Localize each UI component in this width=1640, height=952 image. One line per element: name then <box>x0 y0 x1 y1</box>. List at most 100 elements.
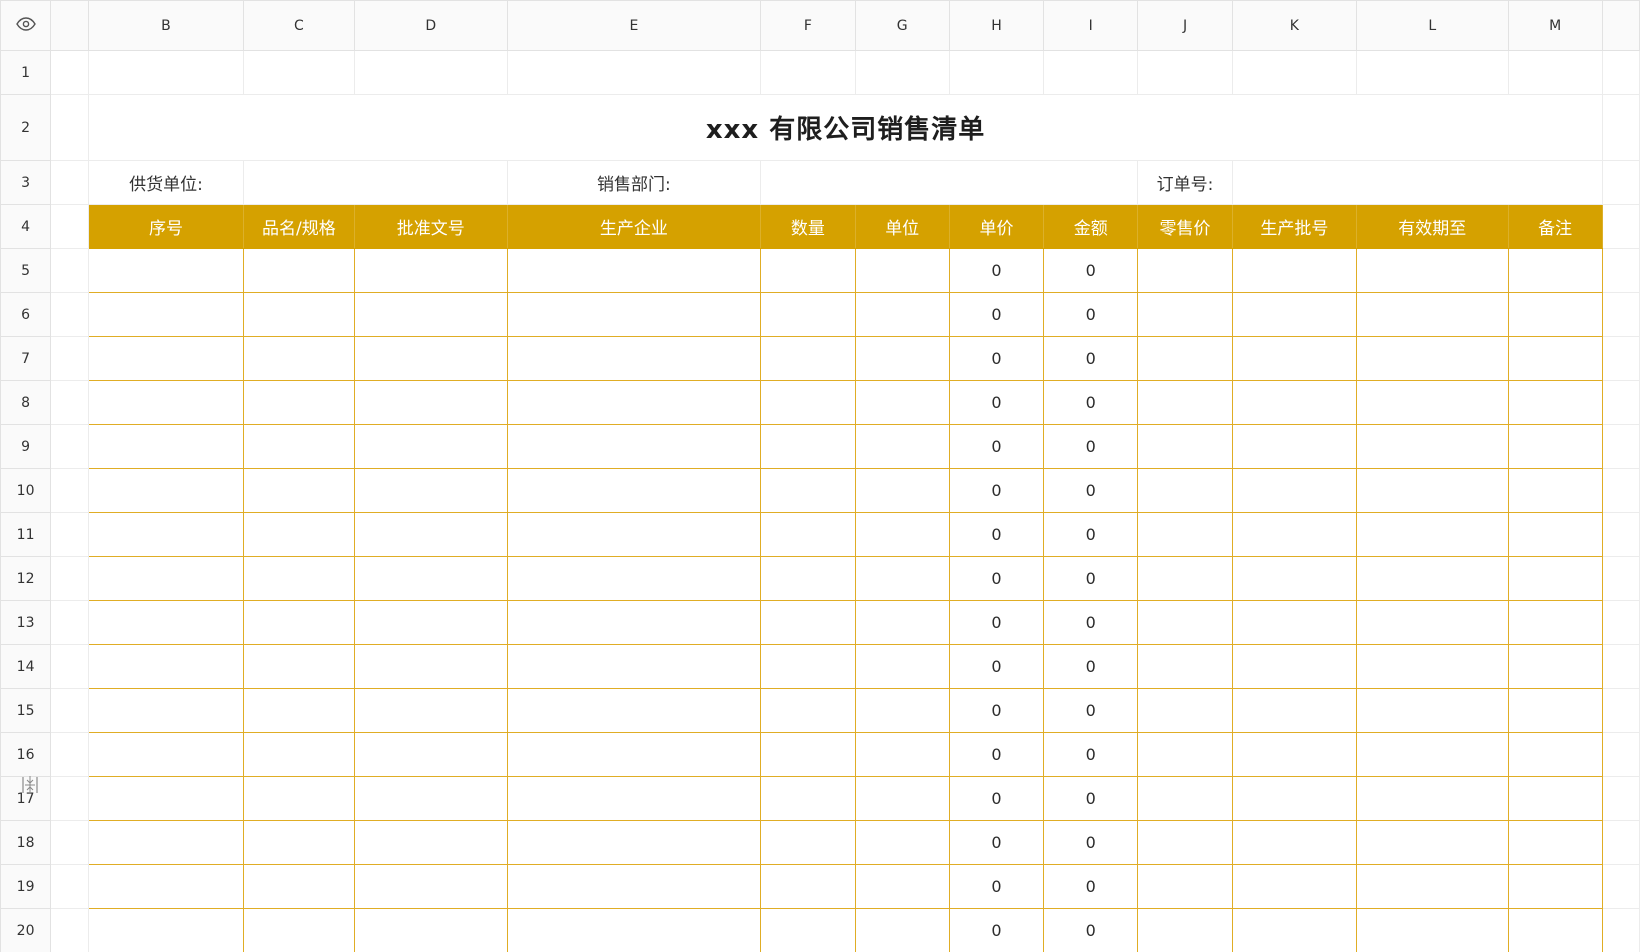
data-cell[interactable] <box>1507 292 1603 337</box>
table-header-cell[interactable]: 序号 <box>88 204 244 249</box>
data-cell[interactable] <box>1231 776 1358 821</box>
data-cell[interactable] <box>1231 248 1358 293</box>
data-cell[interactable] <box>1356 820 1509 865</box>
data-cell[interactable] <box>1356 380 1509 425</box>
cell[interactable] <box>948 50 1045 95</box>
data-cell[interactable] <box>242 248 356 293</box>
data-cell[interactable] <box>854 512 950 557</box>
table-header-cell[interactable]: 备注 <box>1507 204 1603 249</box>
data-cell[interactable] <box>1507 644 1603 689</box>
data-cell[interactable] <box>1137 556 1233 601</box>
data-cell[interactable] <box>242 864 356 909</box>
data-cell[interactable] <box>1137 248 1233 293</box>
row-header[interactable]: 18 <box>0 820 52 865</box>
data-cell[interactable] <box>1356 732 1509 777</box>
cell[interactable] <box>354 50 508 95</box>
cell[interactable] <box>1601 644 1640 689</box>
data-cell[interactable] <box>242 732 356 777</box>
data-cell[interactable] <box>1231 380 1358 425</box>
data-cell[interactable] <box>1507 864 1603 909</box>
row-header[interactable]: 7 <box>0 336 52 381</box>
table-header-cell[interactable]: 生产批号 <box>1231 204 1358 249</box>
cell[interactable] <box>50 908 90 952</box>
unit-price-cell[interactable]: 0 <box>948 468 1045 513</box>
cell[interactable] <box>760 50 856 95</box>
data-cell[interactable] <box>854 468 950 513</box>
row-header[interactable]: 11 <box>0 512 52 557</box>
column-header[interactable]: M <box>1507 0 1603 51</box>
table-header-cell[interactable]: 批准文号 <box>354 204 508 249</box>
data-cell[interactable] <box>1137 600 1233 645</box>
column-header[interactable]: D <box>354 0 508 51</box>
cell[interactable] <box>50 204 90 249</box>
data-cell[interactable] <box>760 864 856 909</box>
amount-cell[interactable]: 0 <box>1043 380 1139 425</box>
cell[interactable] <box>1043 50 1139 95</box>
row-header[interactable]: 12 <box>0 556 52 601</box>
data-cell[interactable] <box>760 380 856 425</box>
data-cell[interactable] <box>506 644 762 689</box>
data-cell[interactable] <box>854 380 950 425</box>
data-cell[interactable] <box>1507 908 1603 952</box>
data-cell[interactable] <box>88 512 244 557</box>
column-header[interactable]: K <box>1231 0 1358 51</box>
data-cell[interactable] <box>354 292 508 337</box>
data-cell[interactable] <box>1507 776 1603 821</box>
data-cell[interactable] <box>760 600 856 645</box>
column-header[interactable]: J <box>1137 0 1233 51</box>
data-cell[interactable] <box>854 776 950 821</box>
data-cell[interactable] <box>1137 732 1233 777</box>
unit-price-cell[interactable]: 0 <box>948 820 1045 865</box>
data-cell[interactable] <box>88 600 244 645</box>
unit-price-cell[interactable]: 0 <box>948 776 1045 821</box>
cell[interactable] <box>1601 688 1640 733</box>
cell[interactable] <box>1601 864 1640 909</box>
data-cell[interactable] <box>854 908 950 952</box>
row-header[interactable]: 8 <box>0 380 52 425</box>
cell[interactable] <box>1356 50 1509 95</box>
row-header[interactable]: 20 <box>0 908 52 952</box>
cell[interactable] <box>50 732 90 777</box>
data-cell[interactable] <box>1356 248 1509 293</box>
data-cell[interactable] <box>1507 512 1603 557</box>
unit-price-cell[interactable]: 0 <box>948 336 1045 381</box>
row-header[interactable]: 13 <box>0 600 52 645</box>
data-cell[interactable] <box>1507 600 1603 645</box>
data-cell[interactable] <box>1356 688 1509 733</box>
data-cell[interactable] <box>1356 292 1509 337</box>
department-value-cell[interactable] <box>760 160 1139 205</box>
data-cell[interactable] <box>242 688 356 733</box>
unit-price-cell[interactable]: 0 <box>948 380 1045 425</box>
cell[interactable] <box>1601 732 1640 777</box>
cell[interactable] <box>1601 468 1640 513</box>
data-cell[interactable] <box>354 644 508 689</box>
cell[interactable] <box>50 864 90 909</box>
data-cell[interactable] <box>1231 468 1358 513</box>
cell[interactable] <box>1601 204 1640 249</box>
unit-price-cell[interactable]: 0 <box>948 556 1045 601</box>
cell[interactable] <box>1231 50 1358 95</box>
data-cell[interactable] <box>1231 732 1358 777</box>
data-cell[interactable] <box>760 336 856 381</box>
column-header[interactable]: H <box>948 0 1045 51</box>
unit-price-cell[interactable]: 0 <box>948 864 1045 909</box>
data-cell[interactable] <box>1507 248 1603 293</box>
data-cell[interactable] <box>354 424 508 469</box>
data-cell[interactable] <box>854 292 950 337</box>
select-all-corner[interactable] <box>0 0 52 51</box>
table-header-cell[interactable]: 单价 <box>948 204 1045 249</box>
data-cell[interactable] <box>354 248 508 293</box>
amount-cell[interactable]: 0 <box>1043 512 1139 557</box>
row-header[interactable]: 5 <box>0 248 52 293</box>
data-cell[interactable] <box>354 820 508 865</box>
row-header[interactable]: 2 <box>0 94 52 161</box>
cell[interactable] <box>88 50 244 95</box>
data-cell[interactable] <box>1356 512 1509 557</box>
data-cell[interactable] <box>88 336 244 381</box>
row-resize-icon[interactable] <box>20 774 40 796</box>
unit-price-cell[interactable]: 0 <box>948 248 1045 293</box>
cell[interactable] <box>1601 512 1640 557</box>
data-cell[interactable] <box>760 776 856 821</box>
supplier-value-cell[interactable] <box>242 160 508 205</box>
table-header-cell[interactable]: 有效期至 <box>1356 204 1509 249</box>
